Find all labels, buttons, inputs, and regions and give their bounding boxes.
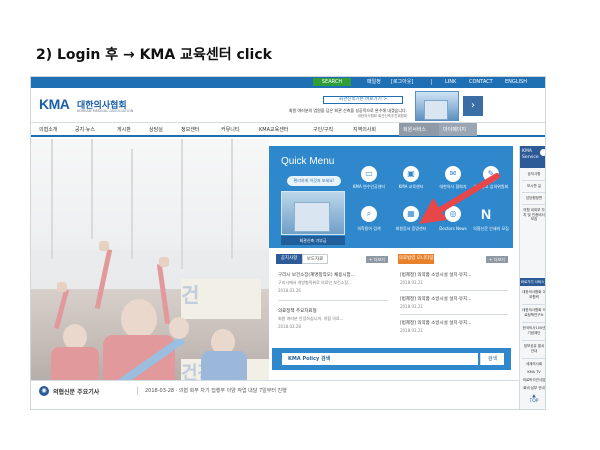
slide-title: 2) Login 후 → KMA 교육센터 click	[36, 47, 272, 63]
utility-divider	[431, 79, 432, 85]
side-divider	[522, 322, 545, 323]
utility-logout-link[interactable]: [로그아웃]	[391, 78, 413, 87]
law-divider	[400, 290, 508, 291]
notice-item-date: 2018.03.26	[278, 288, 301, 293]
chat-bubble-icon	[540, 149, 545, 156]
policy-search-input[interactable]: KMA Policy 검색	[282, 353, 478, 365]
search-doc-icon[interactable]: ⌕	[361, 206, 377, 222]
side-item[interactable]: 회비 납부 안내	[522, 386, 545, 391]
side-divider	[522, 204, 545, 205]
side-divider	[522, 358, 545, 359]
side-item[interactable]: 공지사항	[522, 172, 545, 177]
side-item[interactable]: 정보공유 열쇠 안내	[522, 344, 545, 353]
nav-item-kma-education[interactable]: KMA교육센터	[259, 126, 288, 133]
nav-item-community[interactable]: 커뮤니티	[221, 126, 239, 133]
nav-item-jobs[interactable]: 구인/구직	[313, 126, 333, 133]
side-item[interactable]: 세계의사회	[522, 362, 545, 367]
logo-name-en: KOREAN MEDICAL ASSOCIATION	[77, 109, 134, 113]
law-item-date: 2018.03.21	[400, 304, 423, 309]
news-icon: ◉	[39, 386, 49, 396]
utility-contact-link[interactable]: CONTACT	[469, 78, 493, 87]
red-pointer-arrow	[419, 173, 500, 224]
side-item[interactable]: 대한의사협회 의료정책연구소	[522, 308, 545, 317]
scroll-top-button[interactable]: ▲ TOP	[525, 394, 543, 408]
nav-item-regional[interactable]: 지역의사회	[353, 126, 376, 133]
hero-photo[interactable]: 건 건강소	[31, 139, 269, 399]
utility-search-button[interactable]: SEARCH	[313, 78, 351, 86]
quick-menu-subtitle: 편리하게 이것저 보세요!	[287, 176, 341, 186]
law-item-title[interactable]: [법제정] 의약품 소방시설 설치·유지...	[400, 296, 471, 302]
banner-arrow-icon[interactable]: ›	[463, 96, 483, 116]
kma-logo[interactable]: KMA	[39, 96, 70, 112]
notice-item-title[interactable]: 의료정책 주요자료형	[278, 308, 317, 314]
browser-screenshot: SEARCH 매일정 [로그아웃] LINK CONTACT ENGLISH K…	[30, 76, 546, 410]
nav-item-board[interactable]: 게시판	[117, 126, 131, 133]
header: KMA 대한의사협회 KOREAN MEDICAL ASSOCIATION 회관…	[31, 88, 545, 122]
nav-item-news[interactable]: 공지·뉴스	[75, 126, 95, 133]
utility-schedule-link[interactable]: 매일정	[367, 78, 381, 87]
side-divider	[522, 340, 545, 341]
tab-press[interactable]: 보도자료	[302, 254, 328, 264]
utility-link-link[interactable]: LINK	[445, 78, 456, 87]
banner-building-image[interactable]	[415, 91, 459, 121]
side-item[interactable]: 의료박석관사업	[522, 378, 545, 383]
side-item[interactable]: 의협 내외부 자치 및 인증비서 모집	[522, 208, 545, 222]
quick-item-term-search[interactable]: 의학용어 검색	[351, 226, 387, 231]
side-divider	[522, 304, 545, 305]
notice-item-text: 회원 여러분 안녕하십니까. 의협 의료...	[278, 316, 344, 321]
side-item[interactable]: KMA TV	[522, 370, 545, 375]
law-item-date: 2018.03.21	[400, 280, 423, 285]
side-item[interactable]: 대한의사협회 대외협력	[522, 290, 545, 299]
notice-panel: 공지사항 보도자료 + 더보기 구리시 보건소장(계명창작모) 채용시험... …	[272, 248, 392, 348]
tab-law-monitor[interactable]: 의료법령 모니터링	[398, 254, 434, 264]
ticker-headline[interactable]: 2018-03-28 · 의협 회무 차기 집행부 이양 작업 내달 7일부터 …	[145, 387, 287, 394]
quick-menu-title: Quick Menu	[281, 156, 335, 167]
kma-service-sidebar: KMA Service 공지사항 보시판 길 담당행정편 의협 내외부 자치 및…	[519, 146, 545, 409]
tab-notice[interactable]: 공지사항	[276, 254, 302, 264]
nav-item-member-service[interactable]: 회원서비스	[403, 126, 426, 133]
ticker-divider	[137, 387, 138, 395]
shortcut-service-button[interactable]: 바로가기 서비스 ▸	[520, 278, 545, 286]
law-monitor-panel: 의료법령 모니터링 + 더보기 [법제정] 의약품 소방시설 설치·유지... …	[394, 248, 512, 348]
policy-search-button[interactable]: 검색	[480, 353, 504, 365]
policy-search-bar: KMA Policy 검색 검색	[272, 348, 511, 370]
law-more-button[interactable]: + 더보기	[486, 256, 508, 263]
monitor-icon[interactable]: ▭	[361, 166, 377, 182]
side-item[interactable]: 담당행정편	[522, 196, 545, 201]
nav-item-about[interactable]: 의협소개	[39, 126, 57, 133]
banner-sub: 대한의사협회 회관신축추진위원회	[357, 114, 407, 118]
nav-item-mypage[interactable]: 마이페이지	[443, 126, 466, 133]
nav-item-counsel[interactable]: 상담실	[149, 126, 163, 133]
law-divider	[400, 314, 508, 315]
news-ticker: ◉ 의협신문 주요기사 2018-03-28 · 의협 회무 차기 집행부 이양…	[31, 380, 519, 400]
utility-english-link[interactable]: ENGLISH	[505, 78, 527, 87]
law-item-title[interactable]: [법제정] 의약품 소방시설 설치·유지...	[400, 272, 471, 278]
law-item-date: 2018.03.21	[400, 328, 423, 333]
law-item-title[interactable]: [법제정] 의약품 소방시설 설치·유지...	[400, 320, 471, 326]
side-divider	[522, 192, 545, 193]
side-divider	[522, 180, 545, 181]
nav-item-info[interactable]: 정보센터	[181, 126, 199, 133]
notice-item-text: 구리시에서 개방형직위로 의료인 보건소장...	[278, 280, 352, 285]
ticker-label: 의협신문 주요기사	[53, 389, 100, 396]
notice-more-button[interactable]: + 더보기	[366, 256, 388, 263]
notice-item-date: 2018.03.28	[278, 324, 301, 329]
main-nav: 의협소개 공지·뉴스 게시판 상담실 정보센터 커뮤니티 KMA교육센터 구인/…	[31, 122, 545, 137]
utility-bar: SEARCH 매일정 [로그아웃] LINK CONTACT ENGLISH	[31, 77, 545, 88]
side-item[interactable]: 보시판 길	[522, 184, 545, 189]
side-item[interactable]: 한국의사100년 기념재단	[522, 326, 545, 335]
quick-item-training-center[interactable]: KMA 연수인공센터	[351, 184, 387, 189]
service-header: KMA Service	[520, 146, 545, 168]
banner-title[interactable]: 회관신축기본 바로가기 >	[323, 96, 403, 104]
notice-divider	[278, 300, 388, 301]
building-donation-image[interactable]	[281, 191, 345, 235]
building-donation-link[interactable]: 회관신축 기부금	[281, 236, 345, 245]
notice-item-title[interactable]: 구리시 보건소장(계명창작모) 채용시험...	[278, 272, 355, 278]
